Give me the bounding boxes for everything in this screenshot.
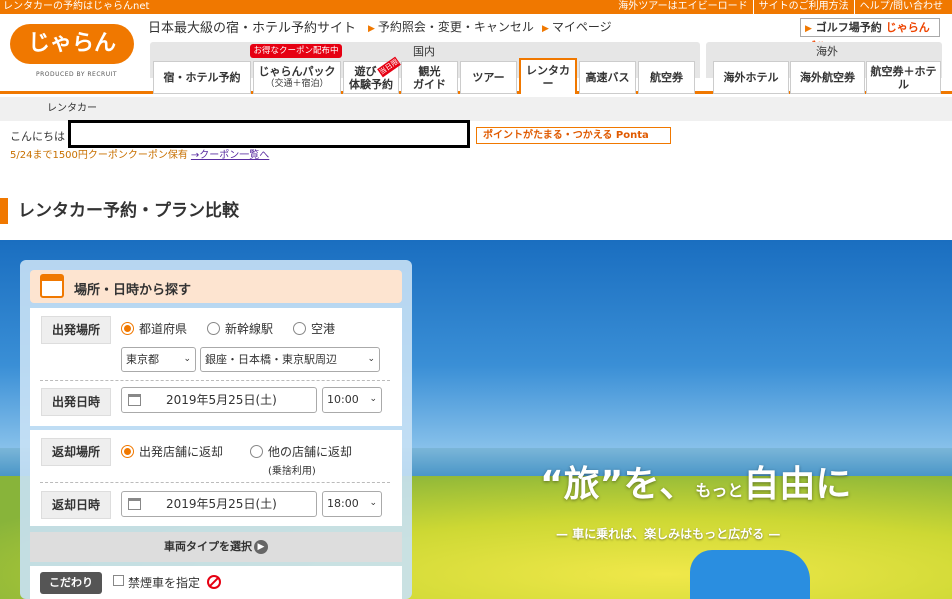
radio-return-other[interactable]: 他の店舗に返却 (250, 443, 352, 460)
return-place-label: 返却場所 (41, 438, 111, 466)
return-date-field[interactable]: 2019年5月25日(土) (121, 491, 317, 517)
chevron-down-icon: ⌄ (367, 354, 375, 364)
calendar-icon (40, 274, 64, 298)
nosmoke-checkbox[interactable] (113, 575, 124, 586)
domestic-label: 国内 (413, 45, 435, 58)
redacted-username (68, 120, 470, 148)
arrow-right-icon: ▶ (254, 540, 268, 554)
radio-pref[interactable]: 都道府県 (121, 320, 187, 337)
divider (40, 482, 390, 483)
tab-hotel[interactable]: 宿・ホテル予約 (153, 61, 251, 94)
coupon-list-link[interactable]: →クーポン一覧へ (191, 150, 269, 161)
hero-slogan: “旅”を、もっと自由に (540, 464, 852, 505)
triangle-icon: ▶ (368, 24, 375, 34)
radio-shinkansen[interactable]: 新幹線駅 (207, 320, 273, 337)
top-bar: レンタカーの予約はじゃらんnet 海外ツアーはエイビーロード サイトのご利用方法… (0, 0, 952, 14)
chevron-down-icon: ⌄ (369, 394, 377, 404)
return-time-select[interactable]: 18:00 ⌄ (322, 491, 382, 517)
ponta-banner[interactable]: ポイントがたまる・つかえる Ponta (476, 127, 671, 144)
radio-airport[interactable]: 空港 (293, 320, 335, 337)
link-ab-road[interactable]: 海外ツアーはエイビーロード (613, 0, 752, 14)
coupon-notice: 5/24まで1500円クーポンクーポン保有 →クーポン一覧へ (10, 150, 270, 161)
nosmoke-label: 禁煙車を指定 (128, 576, 201, 590)
tab-air[interactable]: 航空券 (638, 61, 695, 94)
vehicle-type-button[interactable]: 車両タイプを選択 ▶ (30, 532, 402, 562)
coupon-badge: お得なクーポン配布中 (250, 44, 342, 58)
tab-air-hotel[interactable]: 航空券＋ホテル (866, 61, 941, 94)
chevron-down-icon: ⌄ (369, 498, 377, 508)
chevron-down-icon: ⌄ (183, 354, 191, 364)
kodawari-label: こだわり (40, 572, 102, 594)
page-title: レンタカー予約・プラン比較 (18, 201, 239, 221)
overseas-label: 海外 (816, 45, 838, 58)
top-bar-title: レンタカーの予約はじゃらんnet (3, 1, 150, 12)
depart-date-field[interactable]: 2019年5月25日(土) (121, 387, 317, 413)
depart-date-label: 出発日時 (41, 388, 111, 416)
calendar-icon (128, 498, 141, 510)
no-smoking-icon (207, 575, 221, 589)
tab-rentacar[interactable]: レンタカー (519, 58, 577, 94)
triangle-icon: ▶ (805, 24, 812, 34)
mypage-link[interactable]: ▶ マイページ (542, 18, 612, 35)
reservation-link[interactable]: ▶ 予約照会・変更・キャンセル (368, 18, 534, 35)
hero-sub-slogan: — 車に乗れば、楽しみはもっと広がる — (556, 527, 781, 541)
depart-time-select[interactable]: 10:00 ⌄ (322, 387, 382, 413)
pref-select[interactable]: 東京都 ⌄ (121, 347, 196, 372)
car-image (690, 550, 810, 599)
top-bar-links: 海外ツアーはエイビーロード サイトのご利用方法 ヘルプ/問い合わせ (613, 0, 948, 14)
tab-tour[interactable]: ツアー (460, 61, 517, 94)
tab-pack[interactable]: じゃらんパック （交通＋宿泊） (253, 61, 341, 94)
triangle-icon: ▶ (542, 24, 549, 34)
radio-return-same[interactable]: 出発店舗に返却 (121, 443, 223, 460)
greeting: こんにちは (10, 130, 65, 143)
return-date-label: 返却日時 (41, 491, 111, 519)
divider (40, 380, 390, 381)
link-site-guide[interactable]: サイトのご利用方法 (752, 0, 854, 14)
title-accent (0, 198, 8, 224)
jalan-logo[interactable]: じゃらん (10, 24, 134, 64)
tab-overseas-air[interactable]: 海外航空券 (790, 61, 865, 94)
depart-place-label: 出発場所 (41, 316, 111, 344)
tab-sightseeing[interactable]: 観光 ガイド (401, 61, 458, 94)
calendar-icon (128, 394, 141, 406)
tab-bus[interactable]: 高速バス (579, 61, 636, 94)
golf-button[interactable]: ▶ ゴルフ場予約じゃらんゴルフ (800, 18, 940, 53)
logo-sub: PRODUCED BY RECRUIT (36, 71, 118, 78)
search-panel-title: 場所・日時から探す (74, 283, 192, 298)
link-help[interactable]: ヘルプ/問い合わせ (853, 0, 948, 14)
area-select[interactable]: 銀座・日本橋・東京駅周辺 ⌄ (200, 347, 380, 372)
one-way-note: (乗捨利用) (268, 466, 316, 477)
tab-overseas-hotel[interactable]: 海外ホテル (713, 61, 789, 94)
breadcrumb: レンタカー (0, 97, 952, 121)
tagline: 日本最大級の宿・ホテル予約サイト (148, 21, 357, 36)
